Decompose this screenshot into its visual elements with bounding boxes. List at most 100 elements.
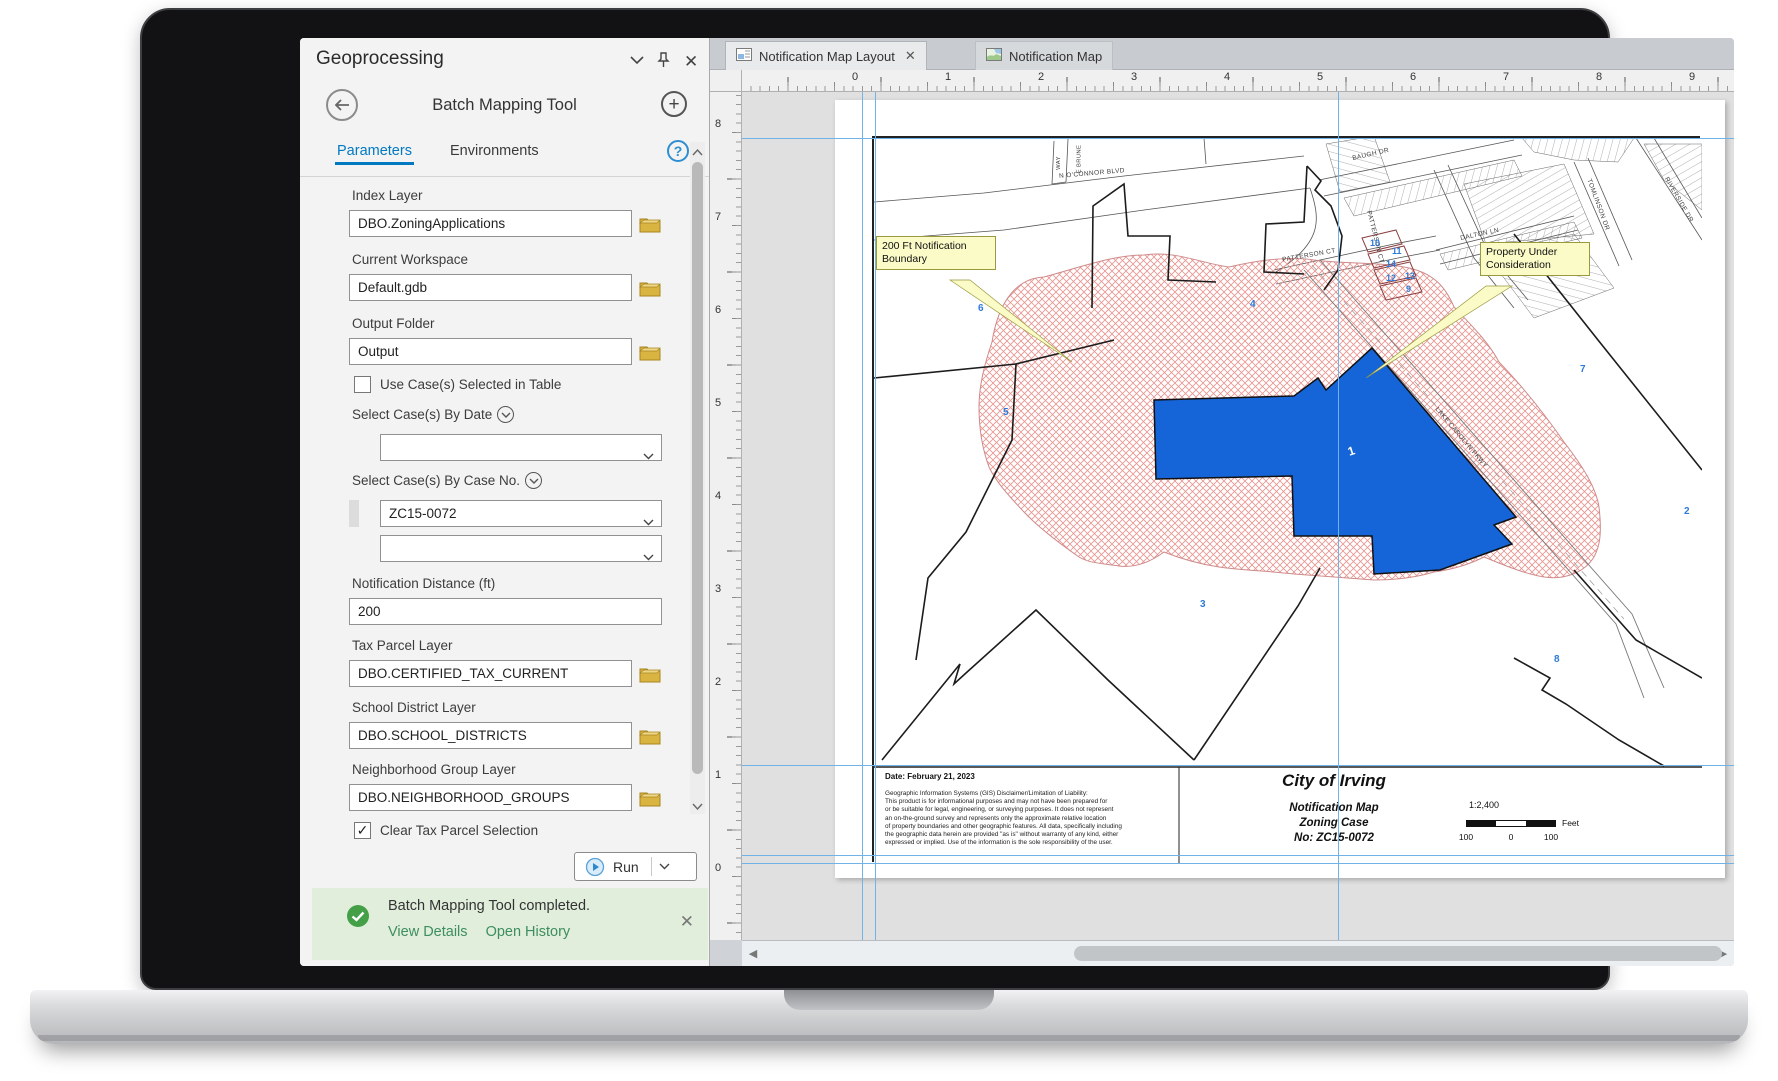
- parcel-number: 6: [978, 303, 984, 314]
- browse-folder-icon[interactable]: [638, 278, 662, 298]
- clear-tax-checkbox[interactable]: ✓: [354, 822, 371, 839]
- tab-environments[interactable]: Environments: [450, 143, 539, 159]
- index-layer-input[interactable]: DBO.ZoningApplications: [349, 210, 632, 237]
- layout-icon: [736, 48, 752, 64]
- horizontal-scrollbar[interactable]: ◀ ▶: [742, 940, 1734, 966]
- case-number-dropdown[interactable]: ZC15-0072: [380, 500, 662, 527]
- callout-property-under-consideration: Property Under Consideration: [1480, 242, 1590, 276]
- use-cases-checkbox[interactable]: [354, 376, 371, 393]
- notification-distance-input[interactable]: 200: [349, 598, 662, 625]
- current-workspace-input[interactable]: Default.gdb: [349, 274, 632, 301]
- parcel-number: 10: [1370, 238, 1380, 248]
- street-label: E BRUNE: [1076, 145, 1082, 174]
- status-links: View Details Open History: [388, 924, 584, 940]
- tab-notification-map-layout[interactable]: Notification Map Layout ✕: [725, 41, 927, 70]
- map-icon: [986, 48, 1002, 64]
- pin-icon[interactable]: [656, 52, 676, 72]
- map-scale-ratio: 1:2,400: [1434, 800, 1534, 810]
- layout-canvas[interactable]: N O'CONNOR BLVD WAY E BRUNE BAUGH DR PAT…: [742, 92, 1734, 940]
- neighborhood-group-input[interactable]: DBO.NEIGHBORHOOD_GROUPS: [349, 784, 632, 811]
- scale-bar: [1466, 820, 1556, 827]
- layout-page[interactable]: N O'CONNOR BLVD WAY E BRUNE BAUGH DR PAT…: [835, 100, 1725, 878]
- layout-guide[interactable]: [742, 863, 1734, 864]
- map-disclaimer: Geographic Information Systems (GIS) Dis…: [885, 790, 1122, 847]
- ruler-number: 9: [1689, 71, 1695, 83]
- banner-close-icon[interactable]: ✕: [680, 912, 694, 932]
- ruler-number: 6: [1410, 71, 1416, 83]
- scroll-left-icon[interactable]: ◀: [744, 945, 762, 963]
- expand-chevron-icon[interactable]: [525, 472, 542, 489]
- add-tool-icon[interactable]: +: [661, 91, 687, 117]
- panel-close-icon[interactable]: ✕: [684, 52, 704, 72]
- layout-guide[interactable]: [875, 92, 876, 940]
- help-icon[interactable]: ?: [667, 140, 689, 162]
- browse-folder-icon[interactable]: [638, 664, 662, 684]
- panel-menu-chevron-icon[interactable]: [630, 52, 650, 72]
- run-button-label: Run: [613, 859, 639, 875]
- vertical-ruler: 8 7 6 5 4 3 2 1 0: [710, 92, 742, 940]
- laptop-base: [30, 990, 1748, 1044]
- screenshot-stage: Geoprocessing ✕ Batch Mapping Tool + Par: [0, 0, 1778, 1081]
- tool-title: Batch Mapping Tool: [360, 96, 649, 115]
- ruler-number: 2: [1038, 71, 1044, 83]
- output-folder-input[interactable]: Output: [349, 338, 632, 365]
- map-frame[interactable]: N O'CONNOR BLVD WAY E BRUNE BAUGH DR PAT…: [872, 136, 1700, 862]
- select-by-date-label: Select Case(s) By Date: [352, 406, 514, 423]
- tab-notification-map[interactable]: Notification Map: [975, 41, 1113, 70]
- scale-units: Feet: [1562, 818, 1579, 828]
- ruler-number: 6: [715, 304, 721, 316]
- tab-parameters[interactable]: Parameters: [337, 143, 412, 159]
- tax-parcel-input[interactable]: DBO.CERTIFIED_TAX_CURRENT: [349, 660, 632, 687]
- tab-label: Notification Map: [1009, 49, 1102, 64]
- laptop-screen-shell: Geoprocessing ✕ Batch Mapping Tool + Par: [140, 8, 1610, 990]
- parcel-number: 2: [1684, 506, 1690, 517]
- school-district-input[interactable]: DBO.SCHOOL_DISTRICTS: [349, 722, 632, 749]
- view-tab-strip: Notification Map Layout ✕ Notification M…: [710, 38, 1734, 70]
- browse-folder-icon[interactable]: [638, 214, 662, 234]
- use-cases-checkbox-label: Use Case(s) Selected in Table: [380, 377, 561, 392]
- ruler-number: 2: [715, 676, 721, 688]
- open-history-link[interactable]: Open History: [486, 924, 571, 940]
- callout-notification-boundary: 200 Ft Notification Boundary: [876, 236, 996, 270]
- ruler-number: 3: [1131, 71, 1137, 83]
- map-document-area: Notification Map Layout ✕ Notification M…: [710, 38, 1734, 966]
- parcel-number: 9: [1406, 284, 1411, 294]
- layout-guide[interactable]: [1338, 92, 1339, 940]
- value-grip[interactable]: [349, 500, 359, 527]
- view-details-link[interactable]: View Details: [388, 924, 468, 940]
- scale-number: 100: [1536, 832, 1566, 842]
- parcel-number: 3: [1200, 599, 1206, 610]
- run-options-chevron-icon[interactable]: [659, 863, 670, 870]
- panel-scrollbar-thumb[interactable]: [692, 162, 703, 774]
- ruler-number: 4: [1224, 71, 1230, 83]
- neighborhood-group-label: Neighborhood Group Layer: [352, 762, 516, 777]
- ruler-number: 5: [715, 397, 721, 409]
- map-case-line: Zoning Case: [1194, 817, 1474, 829]
- map-title-city: City of Irving: [1194, 771, 1474, 791]
- ruler-number: 0: [852, 71, 858, 83]
- ruler-corner: [710, 70, 742, 92]
- horizontal-scrollbar-thumb[interactable]: [1074, 946, 1722, 961]
- case-number-dropdown-empty[interactable]: [380, 535, 662, 562]
- panel-scrollbar[interactable]: [690, 142, 705, 814]
- parcel-number: 5: [1003, 407, 1009, 418]
- browse-folder-icon[interactable]: [638, 788, 662, 808]
- scale-number: 0: [1496, 832, 1526, 842]
- run-button[interactable]: Run: [574, 852, 697, 881]
- ruler-number: 8: [715, 118, 721, 130]
- ruler-number: 0: [715, 862, 721, 874]
- index-layer-label: Index Layer: [352, 188, 423, 203]
- tab-close-icon[interactable]: ✕: [905, 48, 916, 64]
- select-by-date-dropdown[interactable]: [380, 434, 662, 461]
- browse-folder-icon[interactable]: [638, 342, 662, 362]
- layout-guide[interactable]: [862, 92, 863, 940]
- layout-guide[interactable]: [742, 855, 1734, 856]
- layout-guide[interactable]: [742, 138, 1734, 139]
- browse-folder-icon[interactable]: [638, 726, 662, 746]
- scroll-down-icon[interactable]: [691, 798, 704, 812]
- parcel-number: 13: [1405, 271, 1415, 281]
- layout-guide[interactable]: [742, 765, 1734, 766]
- expand-chevron-icon[interactable]: [497, 406, 514, 423]
- scroll-up-icon[interactable]: [691, 144, 704, 158]
- back-button[interactable]: [326, 89, 358, 121]
